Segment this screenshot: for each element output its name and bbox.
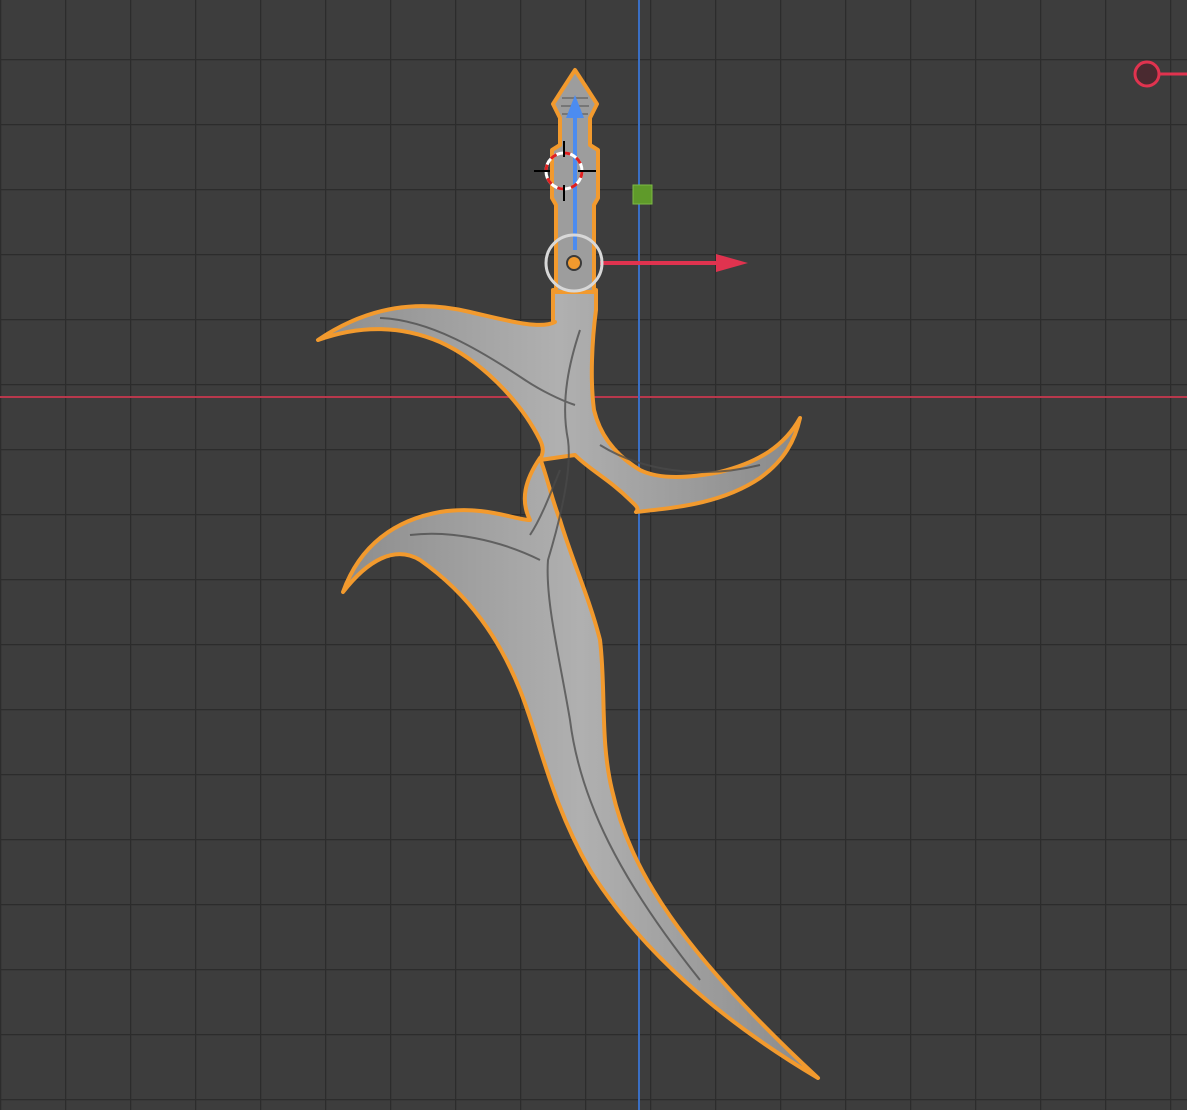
object-origin-dot: [566, 255, 582, 271]
gizmo-xz-plane-handle[interactable]: [632, 184, 653, 205]
3d-viewport[interactable]: [0, 0, 1187, 1110]
